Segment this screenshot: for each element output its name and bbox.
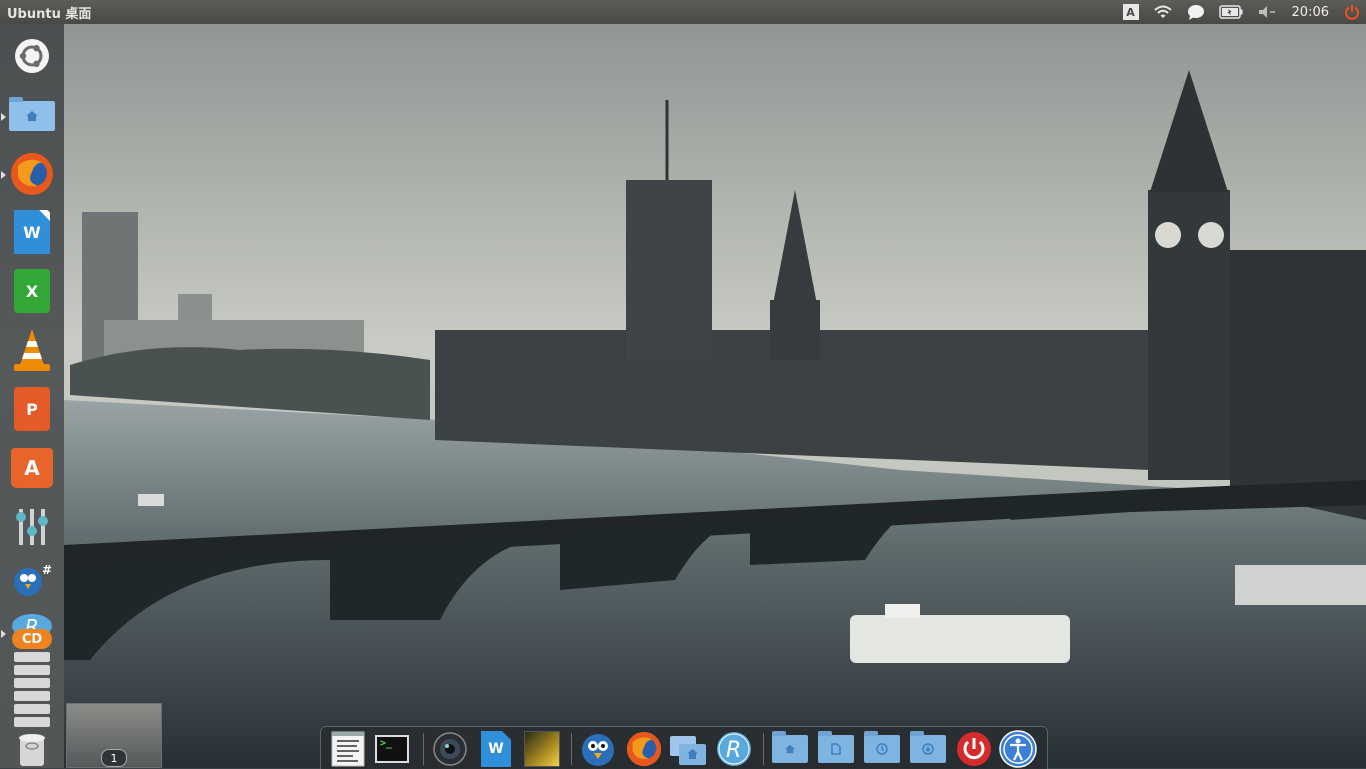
messaging-icon[interactable] [1180, 0, 1212, 24]
svg-text:R: R [726, 738, 741, 763]
volume-icon[interactable] [1250, 0, 1284, 24]
indicator-area: A 20:06 [1116, 0, 1366, 24]
terminal-icon: >_ [375, 735, 409, 763]
impress-presentation-icon: P [14, 387, 50, 431]
panel-title: Ubuntu 桌面 [7, 6, 92, 22]
launcher-item-impress[interactable]: P [8, 385, 56, 433]
dock-item-accessibility[interactable] [999, 730, 1037, 768]
keyboard-layout-label: A [1122, 4, 1139, 20]
downloads-folder-icon [910, 731, 946, 763]
image-viewer-icon [524, 731, 560, 767]
dock-item-downloads-folder[interactable] [909, 730, 947, 768]
clock[interactable]: 20:06 [1284, 5, 1337, 20]
calc-spreadsheet-icon: X [14, 269, 50, 313]
recent-folder-icon [864, 731, 900, 763]
dock-item-documents-folder[interactable] [817, 730, 855, 768]
text-editor-icon [331, 731, 365, 767]
launcher-item-hashtag-bird[interactable]: # [8, 556, 56, 604]
terminal-prompt: >_ [380, 738, 393, 749]
writer-document-icon: W [14, 210, 50, 254]
cd-icon: CD [12, 629, 52, 649]
launcher-item-vlc[interactable] [8, 326, 56, 374]
launcher-item-firefox[interactable] [8, 150, 56, 198]
camera-lens-icon [433, 732, 467, 766]
launcher-item-trash[interactable] [8, 729, 56, 767]
wifi-icon[interactable] [1146, 0, 1180, 24]
workspace-number: 1 [101, 749, 127, 767]
launcher-collapsed-stack[interactable] [14, 652, 50, 732]
dock-item-recent-folder[interactable] [863, 730, 901, 768]
vlc-cone-icon [14, 329, 50, 371]
bird-hashtag-icon: # [14, 563, 52, 596]
launcher-item-software-center[interactable]: A [8, 444, 56, 492]
ubuntu-dash-button[interactable] [8, 32, 56, 80]
software-center-bag-icon: A [11, 448, 53, 488]
launcher-item-cd-burner[interactable]: CD [8, 628, 56, 650]
firefox-icon [11, 153, 53, 195]
dock-item-bird-app[interactable] [579, 730, 617, 768]
power-icon [957, 732, 991, 766]
keyboard-indicator-icon[interactable]: A [1116, 0, 1146, 24]
dock-item-firefox[interactable] [625, 730, 663, 768]
dock-item-camera[interactable] [431, 730, 469, 768]
top-panel: Ubuntu 桌面 A 20:06 [0, 0, 1366, 24]
cd-label: CD [21, 631, 43, 647]
home-folder-icon [9, 97, 55, 131]
writer-document-icon: W [481, 731, 511, 767]
dock-item-shutdown[interactable] [955, 730, 993, 768]
launcher-item-files[interactable] [8, 92, 56, 140]
desktop-wallpaper [0, 0, 1366, 768]
home-folder-icon [772, 731, 808, 763]
power-icon[interactable] [1337, 0, 1366, 24]
dock-item-image-viewer[interactable] [523, 730, 561, 768]
documents-folder-icon [818, 731, 854, 763]
dock-item-text-editor[interactable] [329, 730, 367, 768]
firefox-icon [626, 731, 662, 767]
r-logo-icon: R [717, 732, 751, 766]
accessibility-icon [999, 730, 1037, 768]
dock-item-writer[interactable]: W [477, 730, 515, 768]
dock: >_ W R [320, 726, 1048, 769]
svg-text:#: # [42, 563, 52, 577]
ubuntu-logo-icon [15, 39, 49, 73]
battery-icon[interactable] [1212, 0, 1250, 24]
launcher-item-calc[interactable]: X [8, 267, 56, 315]
dock-item-file-manager[interactable] [669, 730, 707, 768]
dock-item-home-folder[interactable] [771, 730, 809, 768]
trash-icon [19, 734, 45, 766]
folders-icon [670, 736, 706, 765]
mixer-sliders-icon [16, 509, 48, 545]
dock-item-r-studio[interactable]: R [715, 730, 753, 768]
bird-icon [582, 734, 614, 766]
launcher-item-mixer[interactable] [8, 503, 56, 551]
launcher: W X P A # R CD [0, 24, 64, 768]
dock-item-terminal[interactable]: >_ [373, 730, 411, 768]
launcher-item-writer[interactable]: W [8, 208, 56, 256]
